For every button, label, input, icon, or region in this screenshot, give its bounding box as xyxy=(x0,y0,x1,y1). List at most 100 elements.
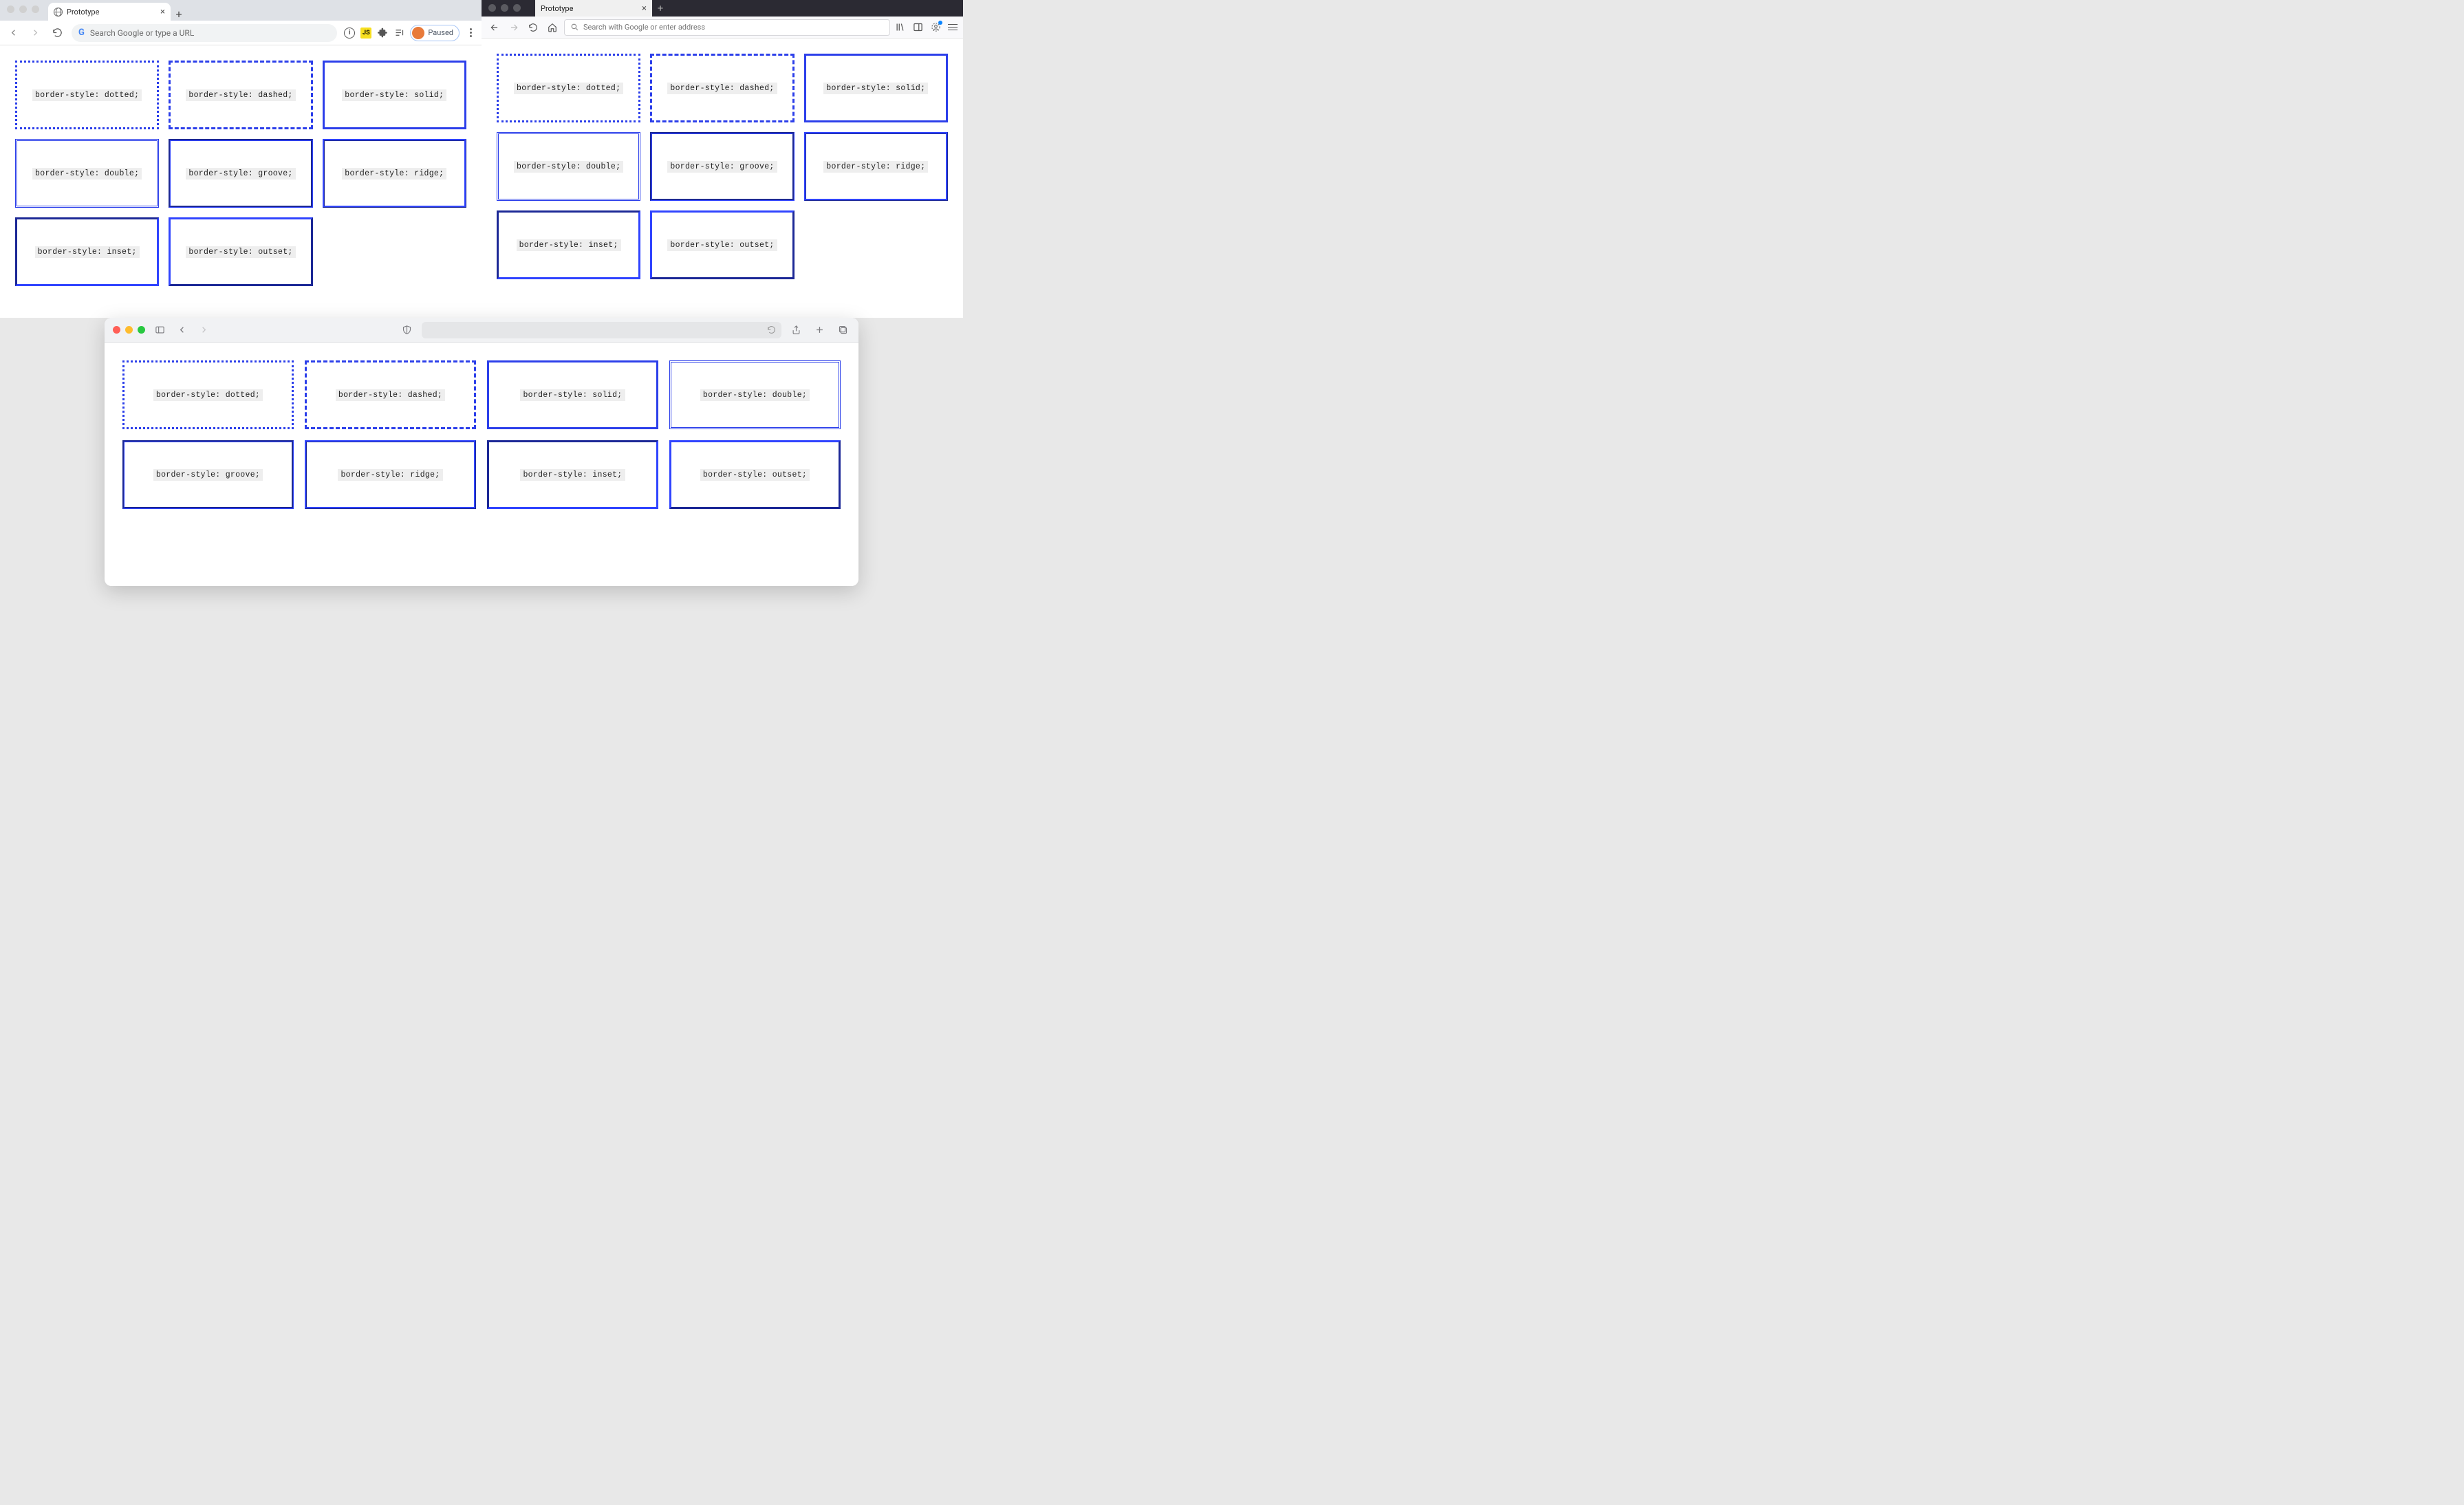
account-icon[interactable] xyxy=(930,22,941,33)
new-tab-button[interactable]: + xyxy=(171,8,187,21)
toolbar-icons xyxy=(894,22,958,33)
code-label: border-style: outset; xyxy=(186,246,295,258)
window-controls xyxy=(7,6,39,13)
demo-box-dashed: border-style: dashed; xyxy=(305,360,476,429)
code-label: border-style: groove; xyxy=(186,168,295,180)
address-placeholder: Search with Google or enter address xyxy=(583,23,705,32)
demo-box-outset: border-style: outset; xyxy=(669,440,841,509)
chrome-browser-window: Prototype × + G Search Google or type a … xyxy=(0,0,482,318)
demo-box-ridge: border-style: ridge; xyxy=(305,440,476,509)
demo-box-outset: border-style: outset; xyxy=(650,210,794,279)
library-icon[interactable] xyxy=(894,22,905,33)
tabs-overview-icon[interactable] xyxy=(835,325,850,335)
demo-box-groove: border-style: groove; xyxy=(650,132,794,201)
close-icon[interactable] xyxy=(7,6,14,13)
demo-box-double: border-style: double; xyxy=(15,139,159,208)
code-label: border-style: solid; xyxy=(342,89,446,101)
demo-box-dotted: border-style: dotted; xyxy=(122,360,294,429)
address-bar[interactable]: Search with Google or enter address xyxy=(564,19,890,36)
firefox-browser-window: Prototype × + Search with Google or ente… xyxy=(482,0,963,318)
code-label: border-style: ridge; xyxy=(342,168,446,180)
code-label: border-style: inset; xyxy=(520,469,625,481)
chrome-tab-strip: Prototype × + xyxy=(0,0,482,21)
page-content: border-style: dotted; border-style: dash… xyxy=(482,39,963,294)
code-label: border-style: double; xyxy=(32,168,142,180)
demo-box-inset: border-style: inset; xyxy=(497,210,640,279)
code-label: border-style: dotted; xyxy=(153,389,263,401)
address-bar[interactable] xyxy=(422,322,781,338)
browser-tab[interactable]: Prototype × xyxy=(535,0,652,17)
shield-icon[interactable] xyxy=(400,325,415,335)
demo-box-ridge: border-style: ridge; xyxy=(804,132,948,201)
minimize-icon[interactable] xyxy=(19,6,27,13)
minimize-icon[interactable] xyxy=(125,326,133,334)
page-content: border-style: dotted; border-style: dash… xyxy=(0,45,482,301)
close-icon[interactable] xyxy=(488,4,496,12)
browser-tab[interactable]: Prototype × xyxy=(48,3,171,21)
close-icon[interactable] xyxy=(113,326,120,334)
hamburger-menu-icon[interactable] xyxy=(948,24,958,31)
tab-title: Prototype xyxy=(541,4,642,13)
forward-button[interactable] xyxy=(196,325,211,335)
code-label: border-style: ridge; xyxy=(338,469,442,481)
new-tab-button[interactable]: + xyxy=(652,0,669,17)
reload-button[interactable] xyxy=(526,23,541,32)
code-label: border-style: double; xyxy=(700,389,810,401)
firefox-toolbar: Search with Google or enter address xyxy=(482,17,963,39)
address-bar[interactable]: G Search Google or type a URL xyxy=(72,24,337,42)
sidebar-icon[interactable] xyxy=(912,22,923,33)
window-controls xyxy=(488,4,521,12)
share-icon[interactable] xyxy=(788,325,803,335)
code-label: border-style: dashed; xyxy=(336,389,445,401)
demo-box-inset: border-style: inset; xyxy=(487,440,658,509)
safari-toolbar xyxy=(105,318,858,343)
sidebar-toggle-icon[interactable] xyxy=(152,325,167,335)
code-label: border-style: dashed; xyxy=(186,89,295,101)
code-label: border-style: dotted; xyxy=(32,89,142,101)
safari-browser-window: border-style: dotted; border-style: dash… xyxy=(105,318,858,586)
demo-box-solid: border-style: solid; xyxy=(487,360,658,429)
back-button[interactable] xyxy=(487,23,502,32)
extensions-icon[interactable] xyxy=(377,28,388,39)
code-label: border-style: dotted; xyxy=(514,83,623,94)
profile-paused-chip[interactable]: Paused xyxy=(410,25,460,41)
code-label: border-style: groove; xyxy=(667,161,777,173)
kebab-menu-icon[interactable] xyxy=(465,28,476,37)
code-label: border-style: dashed; xyxy=(667,83,777,94)
address-placeholder: Search Google or type a URL xyxy=(90,28,194,38)
zoom-icon[interactable] xyxy=(513,4,521,12)
forward-button[interactable] xyxy=(28,28,43,38)
close-tab-icon[interactable]: × xyxy=(160,7,165,17)
demo-box-double: border-style: double; xyxy=(497,132,640,201)
toolbar-icons xyxy=(788,325,850,335)
close-tab-icon[interactable]: × xyxy=(642,3,647,14)
search-icon xyxy=(570,23,579,32)
demo-box-dashed: border-style: dashed; xyxy=(650,54,794,122)
demo-box-inset: border-style: inset; xyxy=(15,217,159,286)
demo-box-groove: border-style: groove; xyxy=(169,139,312,208)
minimize-icon[interactable] xyxy=(501,4,508,12)
home-button[interactable] xyxy=(545,23,560,32)
demo-box-dashed: border-style: dashed; xyxy=(169,61,312,129)
js-extension-icon[interactable]: JS xyxy=(360,28,371,39)
demo-box-dotted: border-style: dotted; xyxy=(497,54,640,122)
code-label: border-style: solid; xyxy=(520,389,625,401)
new-tab-button[interactable] xyxy=(812,325,827,335)
back-button[interactable] xyxy=(6,28,21,38)
reload-button[interactable] xyxy=(50,28,65,38)
code-label: border-style: double; xyxy=(514,161,623,173)
zoom-icon[interactable] xyxy=(32,6,39,13)
code-label: border-style: ridge; xyxy=(823,161,928,173)
code-label: border-style: groove; xyxy=(153,469,263,481)
forward-button[interactable] xyxy=(506,23,521,32)
demo-box-outset: border-style: outset; xyxy=(169,217,312,286)
reload-icon[interactable] xyxy=(767,325,776,334)
window-controls xyxy=(113,326,145,334)
demo-box-solid: border-style: solid; xyxy=(804,54,948,122)
code-label: border-style: inset; xyxy=(517,239,621,251)
reading-list-icon[interactable] xyxy=(393,28,404,39)
zoom-icon[interactable] xyxy=(138,326,145,334)
info-icon[interactable]: i xyxy=(344,28,355,39)
back-button[interactable] xyxy=(174,325,189,335)
demo-box-dotted: border-style: dotted; xyxy=(15,61,159,129)
